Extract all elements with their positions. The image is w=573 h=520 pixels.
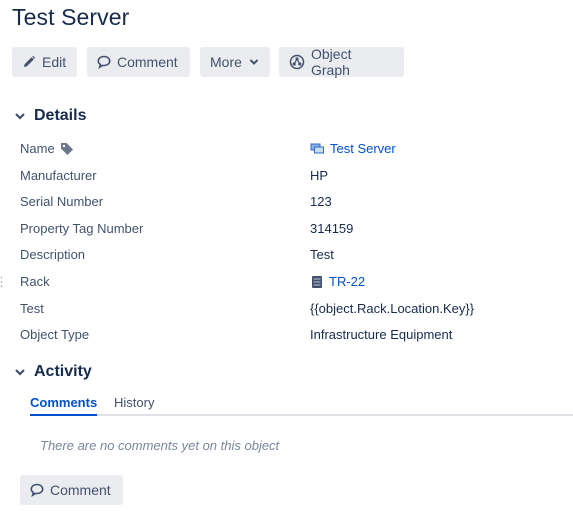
name-value-link[interactable]: Test Server <box>310 141 396 156</box>
pencil-icon <box>22 55 36 69</box>
manufacturer-label: Manufacturer <box>20 168 97 183</box>
activity-heading: Activity <box>34 363 92 380</box>
rack-label: Rack <box>20 274 50 289</box>
chevron-down-icon <box>249 58 259 66</box>
object-graph-button[interactable]: Object Graph <box>279 46 404 78</box>
add-comment-button[interactable]: Comment <box>20 475 123 505</box>
object-type-value: Infrastructure Equipment <box>310 327 453 342</box>
description-label: Description <box>20 247 86 262</box>
chevron-down-icon <box>14 111 28 121</box>
comment-button-label: Comment <box>117 54 178 70</box>
object-icon <box>310 142 325 155</box>
no-comments-message: There are no comments yet on this object <box>40 438 280 453</box>
serial-number-label: Serial Number <box>20 194 104 209</box>
rack-value-text: TR-22 <box>329 274 366 289</box>
tab-history[interactable]: History <box>114 395 154 414</box>
name-value-text: Test Server <box>330 141 396 156</box>
test-value: {{object.Rack.Location.Key}} <box>310 301 475 316</box>
manufacturer-value: HP <box>310 168 329 183</box>
edit-button-label: Edit <box>42 54 67 70</box>
object-type-label: Object Type <box>20 327 90 342</box>
detail-row-test: Test {{object.Rack.Location.Key}} <box>0 295 573 321</box>
more-button-label: More <box>210 54 242 70</box>
object-graph-button-label: Object Graph <box>311 46 352 78</box>
tab-comments[interactable]: Comments <box>30 395 98 416</box>
add-comment-button-label: Comment <box>50 482 111 498</box>
detail-row-description: Description Test <box>0 241 573 267</box>
description-value: Test <box>310 247 334 262</box>
edit-button[interactable]: Edit <box>12 47 77 77</box>
activity-section-toggle[interactable]: Activity <box>14 363 92 381</box>
property-tag-label: Property Tag Number <box>20 221 144 236</box>
activity-tabs: Comments History <box>30 394 573 416</box>
detail-row-manufacturer: Manufacturer HP <box>0 162 573 188</box>
serial-number-value: 123 <box>310 194 332 209</box>
drag-handle-icon[interactable] <box>0 276 3 288</box>
comment-button[interactable]: Comment <box>87 47 190 77</box>
detail-row-rack: Rack TR-22 <box>0 268 573 294</box>
details-section-toggle[interactable]: Details <box>14 107 86 125</box>
detail-row-object-type: Object Type Infrastructure Equipment <box>0 321 573 347</box>
name-label: Name <box>20 141 55 156</box>
test-label: Test <box>20 301 44 316</box>
rack-value-link[interactable]: TR-22 <box>310 274 365 289</box>
graph-icon <box>289 54 305 70</box>
page-title: Test Server <box>12 4 130 30</box>
detail-row-serial-number: Serial Number 123 <box>0 188 573 214</box>
speech-bubble-icon <box>97 55 111 69</box>
detail-label: Name <box>20 141 74 156</box>
server-rack-icon <box>310 275 324 289</box>
chevron-down-icon <box>14 367 28 377</box>
detail-row-name: Name Test Server <box>0 135 573 161</box>
speech-bubble-icon <box>30 483 44 497</box>
property-tag-value: 314159 <box>310 221 354 236</box>
tag-icon <box>60 142 74 155</box>
more-button[interactable]: More <box>200 47 270 77</box>
detail-row-property-tag: Property Tag Number 314159 <box>0 215 573 241</box>
details-heading: Details <box>34 107 87 124</box>
